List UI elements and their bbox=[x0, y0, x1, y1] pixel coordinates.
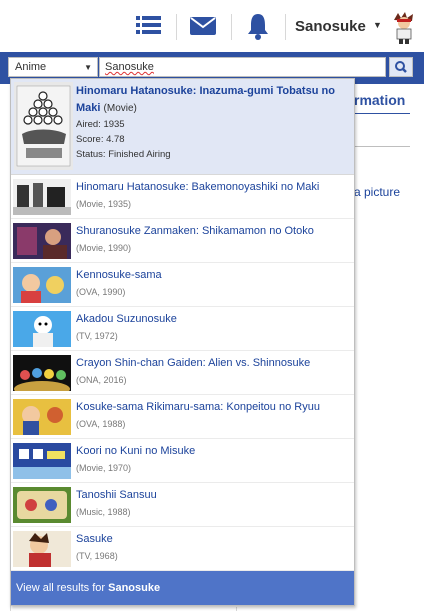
result-meta: (TV, 1972) bbox=[76, 331, 118, 341]
result-title: Kennosuke-sama bbox=[76, 269, 162, 281]
avatar[interactable] bbox=[388, 10, 420, 44]
username[interactable]: Sanosuke bbox=[295, 18, 366, 35]
result-title: Akadou Suzunosuke bbox=[76, 313, 177, 325]
result-thumbnail bbox=[13, 179, 71, 215]
result-meta: (Music, 1988) bbox=[76, 507, 131, 517]
header-divider bbox=[176, 14, 177, 40]
result-title: Crayon Shin-chan Gaiden: Alien vs. Shinn… bbox=[76, 357, 311, 369]
result-thumbnail bbox=[13, 355, 71, 391]
result-thumbnail bbox=[13, 443, 71, 479]
divider bbox=[354, 113, 410, 114]
search-type-select[interactable]: Anime ▼ bbox=[8, 57, 98, 77]
result-title: Hinomaru Hatanosuke: Bakemonoyashiki no … bbox=[76, 181, 320, 193]
result-thumbnail bbox=[13, 531, 71, 567]
search-button[interactable] bbox=[389, 57, 413, 77]
list-item[interactable]: Crayon Shin-chan Gaiden: Alien vs. Shinn… bbox=[11, 351, 354, 395]
list-item[interactable]: Kosuke-sama Rikimaru-sama: Konpeitou no … bbox=[11, 395, 354, 439]
section-heading: rmation bbox=[354, 92, 406, 108]
list-item[interactable]: Tanoshii Sansuu (Music, 1988) bbox=[11, 483, 354, 527]
add-picture-link[interactable]: a picture bbox=[354, 185, 400, 199]
bell-icon[interactable] bbox=[246, 12, 270, 40]
list-item[interactable]: Koori no Kuni no Misuke (Movie, 1970) bbox=[11, 439, 354, 483]
header-divider bbox=[231, 14, 232, 40]
featured-title-block: Hinomaru Hatanosuke: Inazuma-gumi Tobats… bbox=[76, 83, 352, 117]
top-header: Sanosuke ▼ bbox=[0, 0, 424, 52]
header-divider bbox=[285, 14, 286, 40]
featured-score: Score: 4.78 bbox=[76, 134, 125, 145]
featured-result[interactable]: Hinomaru Hatanosuke: Inazuma-gumi Tobats… bbox=[11, 79, 354, 175]
list-item[interactable]: Akadou Suzunosuke (TV, 1972) bbox=[11, 307, 354, 351]
search-icon bbox=[395, 61, 407, 73]
list-item[interactable]: Shuranosuke Zanmaken: Shikamamon no Otok… bbox=[11, 219, 354, 263]
result-meta: (OVA, 1990) bbox=[76, 287, 126, 297]
result-thumbnail bbox=[13, 399, 71, 435]
result-meta: (Movie, 1970) bbox=[76, 463, 132, 473]
result-title: Koori no Kuni no Misuke bbox=[76, 445, 196, 457]
result-thumbnail bbox=[14, 82, 73, 170]
search-input[interactable]: Sanosuke bbox=[99, 57, 386, 77]
list-item[interactable]: Hinomaru Hatanosuke: Bakemonoyashiki no … bbox=[11, 175, 354, 219]
divider bbox=[354, 146, 410, 147]
result-meta: (Movie, 1990) bbox=[76, 243, 132, 253]
result-title: Tanoshii Sansuu bbox=[76, 489, 157, 501]
page-column-divider bbox=[236, 607, 237, 611]
featured-status: Status: Finished Airing bbox=[76, 149, 171, 160]
view-all-prefix: View all results for bbox=[16, 582, 109, 594]
result-title: Sasuke bbox=[76, 533, 113, 545]
view-all-results-link[interactable]: View all results for Sanosuke bbox=[11, 571, 354, 605]
view-all-query: Sanosuke bbox=[108, 582, 161, 594]
result-meta: (Movie, 1935) bbox=[76, 199, 132, 209]
result-meta: (OVA, 1988) bbox=[76, 419, 126, 429]
list-item[interactable]: Sasuke (TV, 1968) bbox=[11, 527, 354, 571]
result-meta: (TV, 1968) bbox=[76, 551, 118, 561]
caret-down-icon[interactable]: ▼ bbox=[373, 20, 382, 30]
featured-type: (Movie) bbox=[103, 103, 137, 114]
list-item[interactable]: Kennosuke-sama (OVA, 1990) bbox=[11, 263, 354, 307]
result-title: Shuranosuke Zanmaken: Shikamamon no Otok… bbox=[76, 225, 314, 237]
result-title: Kosuke-sama Rikimaru-sama: Konpeitou no … bbox=[76, 401, 320, 413]
result-thumbnail bbox=[13, 223, 71, 259]
result-thumbnail bbox=[13, 267, 71, 303]
list-icon[interactable] bbox=[136, 12, 162, 40]
caret-down-icon: ▼ bbox=[84, 63, 92, 72]
featured-aired: Aired: 1935 bbox=[76, 119, 125, 130]
result-meta: (ONA, 2016) bbox=[76, 375, 127, 385]
result-thumbnail bbox=[13, 487, 71, 523]
search-type-label: Anime bbox=[15, 61, 47, 73]
result-thumbnail bbox=[13, 311, 71, 347]
search-query: Sanosuke bbox=[105, 61, 154, 73]
search-results-dropdown: Hinomaru Hatanosuke: Inazuma-gumi Tobats… bbox=[10, 78, 355, 606]
mail-icon[interactable] bbox=[190, 12, 216, 40]
